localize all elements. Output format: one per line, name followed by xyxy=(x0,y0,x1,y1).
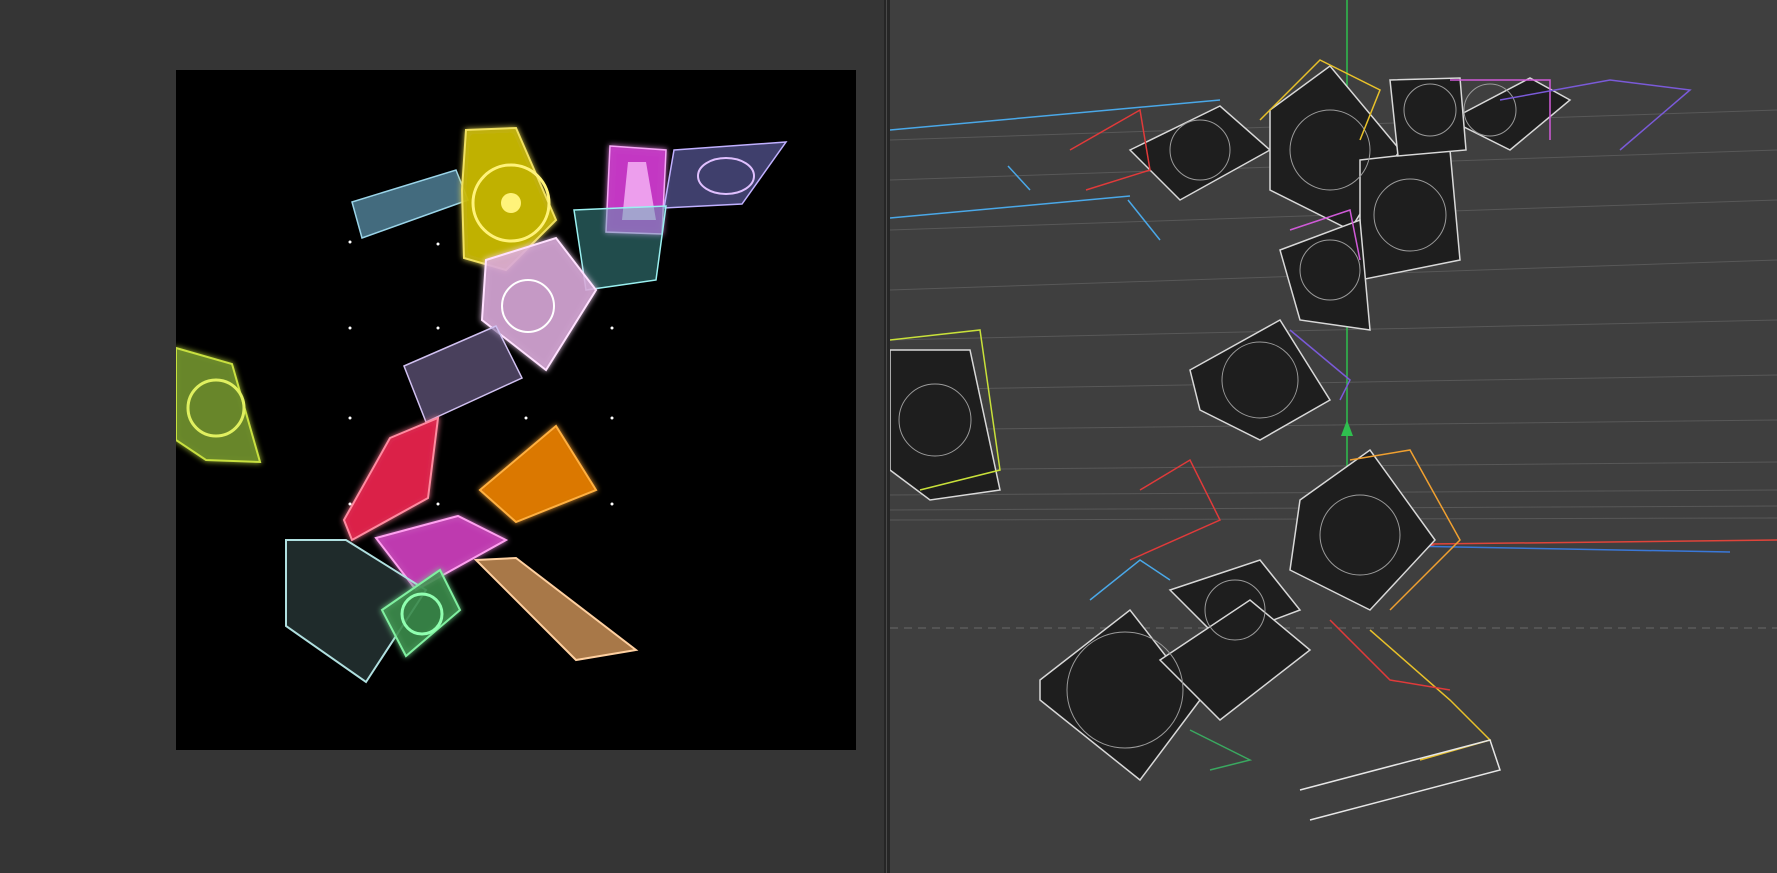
wire-case-6 xyxy=(1279,218,1371,331)
cd-case-cyan-top xyxy=(351,169,469,239)
wire-case-3 xyxy=(1359,149,1461,281)
cd-case-lavender xyxy=(403,325,524,424)
cd-case-purple-top xyxy=(663,141,788,209)
render-panel xyxy=(0,0,884,873)
yellow-disc-hub xyxy=(501,193,521,213)
cd-case-peach xyxy=(473,556,639,662)
wire-case-7 xyxy=(1189,318,1332,441)
cd-case-teal xyxy=(573,205,667,291)
wire-case-4 xyxy=(1448,77,1572,151)
cd-case-orange xyxy=(478,424,598,524)
base-bracket xyxy=(1299,739,1501,821)
viewport-scene xyxy=(890,0,1777,821)
viewport-3d[interactable] xyxy=(890,0,1777,873)
splitter-line xyxy=(886,0,887,873)
y-axis-arrow[interactable] xyxy=(1341,420,1353,436)
wire-case-10 xyxy=(1039,608,1201,782)
cd-case-red xyxy=(342,416,440,542)
render-view[interactable] xyxy=(176,70,856,750)
wire-case-8 xyxy=(890,349,1001,501)
render-image xyxy=(176,126,788,684)
